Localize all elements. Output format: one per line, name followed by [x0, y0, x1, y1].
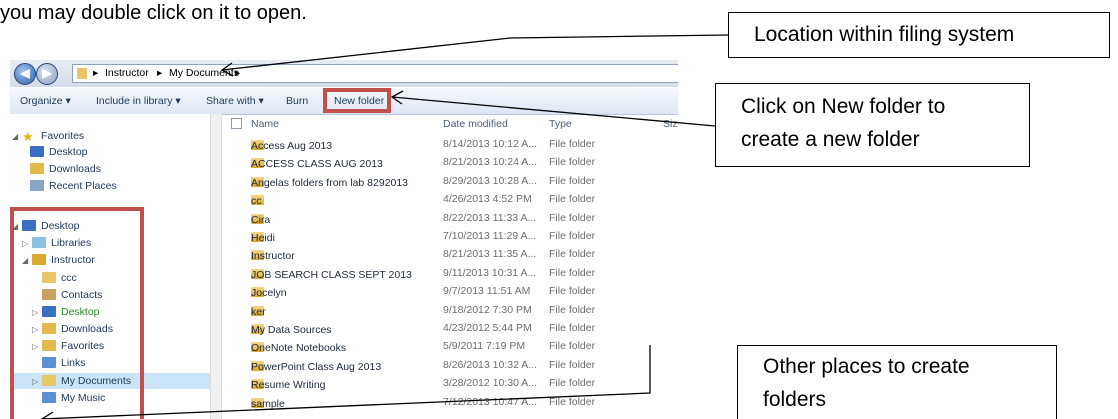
callout-other-places: Other places to create folders [737, 345, 1057, 419]
file-type: File folder [549, 358, 596, 371]
burn-button[interactable]: Burn [286, 95, 308, 107]
file-type: File folder [549, 156, 596, 169]
organize-button[interactable]: Organize ▾ [20, 95, 71, 107]
nav-recent-places[interactable]: Recent Places [30, 178, 117, 194]
file-date: 8/29/2013 10:28 A... [443, 174, 537, 187]
column-type[interactable]: Type [549, 118, 572, 130]
file-date: 8/22/2013 11:33 A... [443, 211, 537, 224]
file-type: File folder [549, 211, 596, 224]
back-icon[interactable]: ◀ [14, 63, 36, 85]
breadcrumb-separator: ▸ [235, 67, 241, 79]
address-bar: ◀ ▶ ▸ Instructor ▸ My Documents ▸ [10, 60, 678, 87]
nav-downloads-fav[interactable]: Downloads [30, 161, 101, 177]
nav-desktop-fav[interactable]: Desktop [30, 144, 88, 160]
file-row[interactable]: OneNote Notebooks 5/9/2011 7:19 PM File fo… [223, 338, 678, 356]
callout-new-folder: Click on New folder to create a new folde… [715, 83, 1030, 167]
column-date-modified[interactable]: Date modified [443, 118, 508, 130]
callout-location: Location within filing system [728, 12, 1110, 58]
nav-scrollbar[interactable] [210, 114, 222, 419]
file-type: File folder [549, 248, 596, 261]
file-row[interactable]: PowerPoint Class Aug 2013 8/26/2013 10:32… [223, 357, 678, 375]
file-date: 8/21/2013 11:35 A... [443, 248, 537, 261]
file-date: 9/18/2012 7:30 PM [443, 303, 532, 316]
file-row[interactable]: Heidi 7/10/2013 11:29 A... File folder [223, 228, 678, 246]
file-row[interactable]: JOB SEARCH CLASS SEPT 2013 9/11/2013 10:3… [223, 265, 678, 283]
file-row[interactable]: cc 4/26/2013 4:52 PM File folder [223, 191, 678, 209]
file-date: 5/9/2011 7:19 PM [443, 340, 526, 353]
desktop-icon [30, 146, 44, 157]
file-row[interactable]: Angelas folders from lab 8292013 8/29/201… [223, 173, 678, 191]
file-row[interactable]: sample 7/12/2013 10:47 A... File folder [223, 394, 678, 412]
include-in-library-button[interactable]: Include in library ▾ [96, 95, 181, 107]
file-type: File folder [549, 322, 596, 334]
file-date: 9/7/2013 11:51 AM [443, 285, 531, 298]
file-row[interactable]: Instructor 8/21/2013 11:35 A... File folde… [223, 246, 678, 264]
explorer-window: ◀ ▶ ▸ Instructor ▸ My Documents ▸ Organi… [10, 60, 678, 419]
folder-icon [77, 68, 87, 79]
highlight-new-folder [323, 88, 391, 113]
forward-icon[interactable]: ▶ [36, 63, 58, 85]
file-date: 4/23/2012 5:44 PM [443, 322, 532, 334]
file-date: 7/10/2013 11:29 A... [443, 230, 537, 242]
file-row[interactable]: Cira 8/22/2013 11:33 A... File folder [223, 210, 678, 228]
file-row[interactable]: ker 9/18/2012 7:30 PM File folder [223, 302, 678, 320]
select-all-checkbox[interactable] [231, 118, 242, 129]
file-type: File folder [549, 377, 596, 390]
breadcrumb-separator: ▸ [157, 67, 163, 79]
file-date: 8/21/2013 10:24 A... [443, 156, 537, 169]
file-row[interactable]: Resume Writing 3/28/2012 10:30 A... File f… [223, 375, 678, 393]
file-type: File folder [549, 138, 596, 150]
recent-places-icon [30, 180, 44, 191]
file-type: File folder [549, 174, 596, 187]
file-type: File folder [549, 266, 596, 279]
file-date: 9/11/2013 10:31 A... [443, 266, 537, 279]
file-type: File folder [549, 285, 596, 298]
file-date: 8/26/2013 10:32 A... [443, 358, 537, 371]
file-row[interactable]: ACCESS CLASS AUG 2013 8/21/2013 10:24 A..… [223, 154, 678, 172]
file-type: File folder [549, 395, 596, 408]
file-type: File folder [549, 303, 596, 316]
file-type: File folder [549, 340, 596, 353]
file-date: 3/28/2012 10:30 A... [443, 377, 537, 390]
file-date: 8/14/2013 10:12 A... [443, 138, 537, 150]
share-with-button[interactable]: Share with ▾ [206, 95, 264, 107]
file-row[interactable]: Jocelyn 9/7/2013 11:51 AM File folder [223, 283, 678, 301]
instruction-text: you may double click on it to open. [0, 2, 307, 24]
column-name[interactable]: Name [251, 118, 279, 130]
breadcrumb-my-documents[interactable]: My Documents [169, 67, 239, 79]
file-date: 4/26/2013 4:52 PM [443, 193, 532, 206]
file-date: 7/12/2013 10:47 A... [443, 395, 537, 408]
breadcrumb-separator: ▸ [93, 67, 99, 79]
file-type: File folder [549, 230, 596, 242]
nav-favorites[interactable]: ◢ ★ Favorites [12, 128, 84, 144]
star-icon: ★ [22, 129, 34, 144]
highlight-nav-tree [10, 207, 144, 419]
breadcrumb-instructor[interactable]: Instructor [105, 67, 149, 79]
column-size[interactable]: Size [663, 118, 678, 130]
file-list: Name Date modified Type Size Access Aug … [223, 114, 678, 419]
address-path[interactable]: ▸ Instructor ▸ My Documents ▸ [72, 64, 678, 83]
downloads-icon [30, 163, 44, 174]
file-row[interactable]: My Data Sources 4/23/2012 5:44 PM File fol… [223, 320, 678, 338]
file-row[interactable]: Access Aug 2013 8/14/2013 10:12 A... File … [223, 136, 678, 154]
file-type: File folder [549, 193, 596, 206]
